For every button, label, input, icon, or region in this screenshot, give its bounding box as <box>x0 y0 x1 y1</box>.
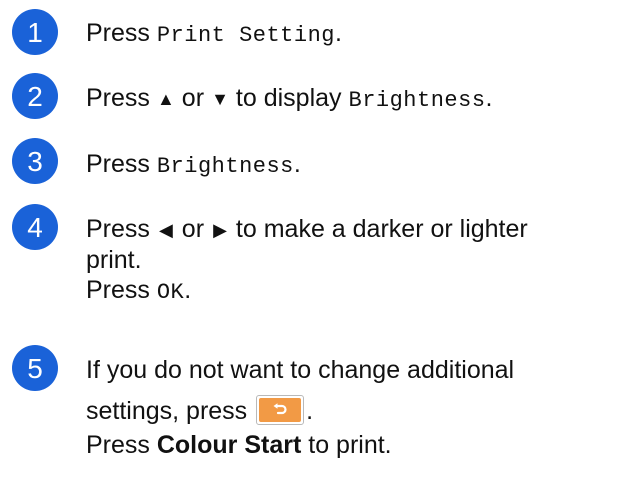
step-text-prefix: Press <box>86 276 157 304</box>
step-number: 2 <box>27 81 43 112</box>
step-text-or: or <box>174 215 211 243</box>
step-number-badge: 3 <box>12 138 58 184</box>
step-text-line-2: settings, press . <box>86 395 314 427</box>
step-text: Press Print Setting. <box>86 18 342 51</box>
step-text-rest: to make a darker or lighter <box>228 215 528 243</box>
menu-item-brightness: Brightness <box>156 154 294 179</box>
step-text-line-1: If you do not want to change additional <box>86 355 514 385</box>
step-text-prefix: Press <box>86 215 157 243</box>
step-text-line-2: print. <box>86 245 142 275</box>
step-number: 5 <box>27 353 43 384</box>
step-text-suffix: . <box>293 150 301 178</box>
step-text-or: or <box>174 84 211 112</box>
step-text-suffix: to print. <box>301 431 392 459</box>
step-text-prefix: Press <box>86 19 157 47</box>
back-arrow-icon <box>273 403 287 415</box>
step-text-line-1: Press ◀ or ▶ to make a darker or lighter <box>86 214 528 246</box>
step-5: 5 If you do not want to change additiona… <box>12 345 622 485</box>
step-4: 4 Press ◀ or ▶ to make a darker or light… <box>12 204 622 344</box>
step-text-prefix: Press <box>86 431 157 459</box>
ok-key-label: OK <box>156 280 185 305</box>
left-arrow-icon: ◀ <box>158 220 173 240</box>
step-text-suffix: . <box>485 84 493 112</box>
step-text-suffix: . <box>306 397 314 425</box>
step-text-prefix: Press <box>86 84 157 112</box>
right-arrow-icon: ▶ <box>213 220 227 240</box>
step-1: 1 Press Print Setting. <box>12 9 622 59</box>
colour-start-key-label: Colour Start <box>156 431 302 459</box>
step-3: 3 Press Brightness. <box>12 138 622 188</box>
step-number-badge: 5 <box>12 345 58 391</box>
step-text-main: If you do not want to change additional <box>86 356 515 384</box>
step-number-badge: 2 <box>12 73 58 119</box>
step-text-continuation: print. <box>86 246 142 274</box>
step-text-line-3: Press OK. <box>86 275 191 308</box>
menu-item-print-setting: Print Setting <box>156 23 335 48</box>
step-text-middle: to display <box>228 84 349 112</box>
step-number-badge: 1 <box>12 9 58 55</box>
down-arrow-icon: ▼ <box>211 89 229 109</box>
step-text: Press ▲ or ▼ to display Brightness. <box>86 83 492 116</box>
step-text-line-3: Press Colour Start to print. <box>86 430 392 460</box>
up-arrow-icon: ▲ <box>156 89 175 109</box>
step-number-badge: 4 <box>12 204 58 250</box>
back-button <box>256 395 305 426</box>
step-text-suffix: . <box>184 276 192 304</box>
step-text-prefix: settings, press <box>86 397 255 425</box>
step-text: Press Brightness. <box>86 149 301 182</box>
step-2: 2 Press ▲ or ▼ to display Brightness. <box>12 73 622 123</box>
step-number: 1 <box>27 17 43 48</box>
step-number: 4 <box>27 212 43 243</box>
back-button-face <box>259 398 302 423</box>
menu-item-brightness: Brightness <box>348 88 486 113</box>
step-text-prefix: Press <box>86 150 157 178</box>
step-number: 3 <box>27 146 43 177</box>
step-text-suffix: . <box>335 19 342 47</box>
